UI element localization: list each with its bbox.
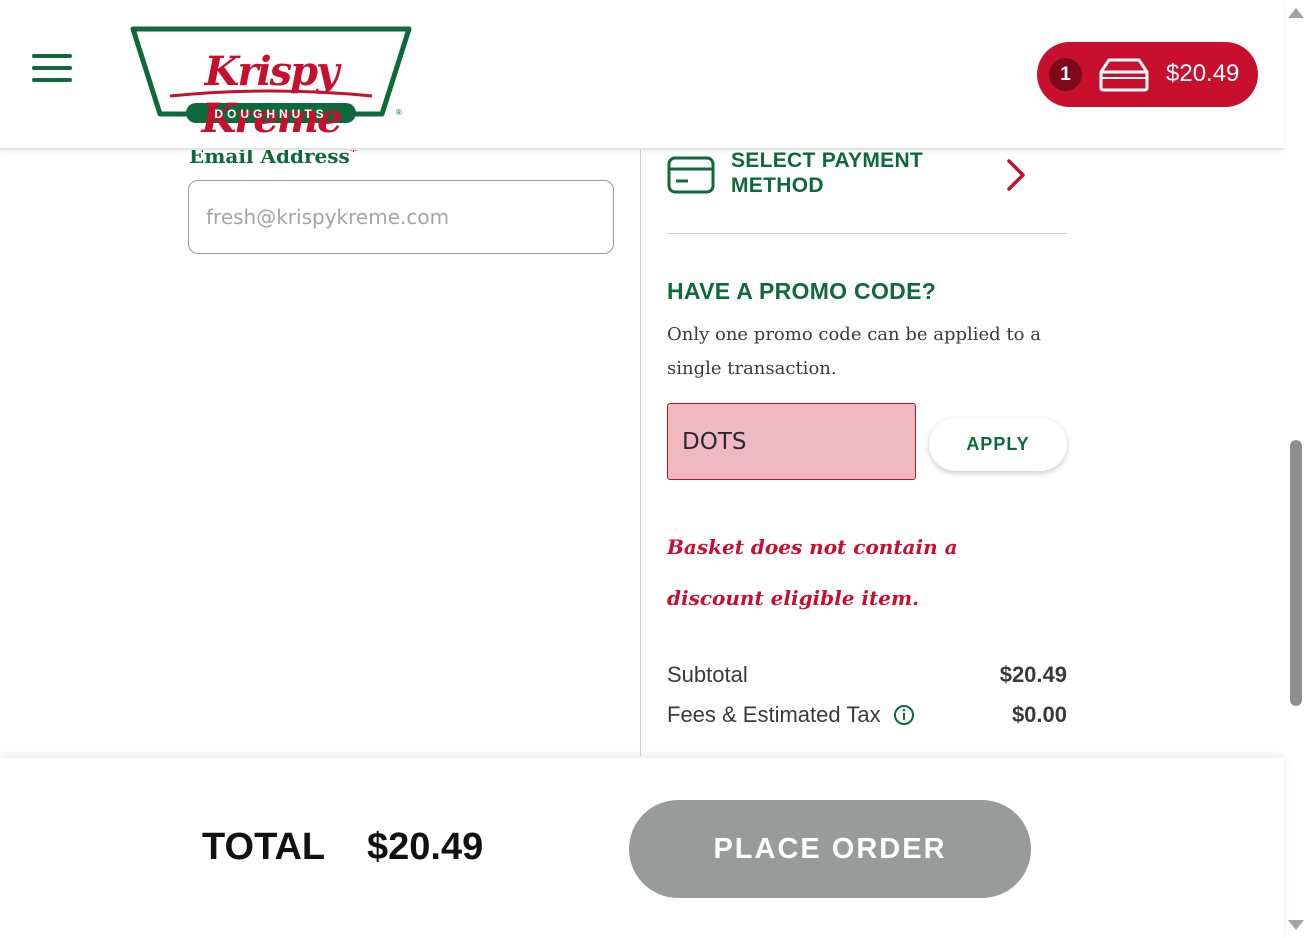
total-value: $20.49 bbox=[367, 826, 484, 868]
promo-code-description: Only one promo code can be applied to a … bbox=[667, 324, 1041, 379]
registered-mark: ® bbox=[396, 108, 402, 117]
promo-code-title: HAVE A PROMO CODE? bbox=[667, 278, 937, 304]
chevron-right-icon bbox=[1007, 159, 1025, 191]
promo-error-message: Basket does not contain a discount eligi… bbox=[667, 535, 958, 610]
krispy-kreme-logo[interactable]: Krispy Kreme DOUGHNUTS ® bbox=[130, 26, 412, 142]
checkout-footer: TOTAL $20.49 PLACE ORDER bbox=[0, 758, 1284, 938]
hamburger-menu-icon[interactable] bbox=[32, 54, 72, 82]
menu-bar bbox=[32, 54, 72, 58]
select-payment-method-label: SELECT PAYMENT METHOD bbox=[731, 149, 924, 197]
fees-tax-label: Fees & Estimated Tax bbox=[667, 702, 881, 727]
logo-wordmark: Krispy Kreme bbox=[201, 48, 342, 142]
apply-promo-button[interactable]: APPLY bbox=[929, 418, 1067, 471]
subtotal-label: Subtotal bbox=[667, 662, 748, 687]
total-label: TOTAL bbox=[202, 826, 326, 868]
info-circle-icon[interactable] bbox=[893, 704, 915, 726]
site-header: Krispy Kreme DOUGHNUTS ® 1 $20.49 bbox=[0, 0, 1284, 150]
column-divider bbox=[640, 150, 641, 756]
email-input[interactable] bbox=[188, 180, 614, 254]
vertical-scrollbar[interactable] bbox=[1284, 0, 1308, 938]
scroll-up-arrow-icon[interactable] bbox=[1288, 8, 1304, 18]
scroll-down-arrow-icon[interactable] bbox=[1288, 920, 1304, 930]
logo-subtitle: DOUGHNUTS bbox=[214, 107, 328, 121]
doughnut-box-icon bbox=[1099, 58, 1149, 92]
select-payment-method-row[interactable]: SELECT PAYMENT METHOD bbox=[667, 149, 1067, 234]
cart-count-badge: 1 bbox=[1049, 58, 1082, 91]
menu-bar bbox=[32, 66, 72, 70]
subtotal-row: Subtotal $20.49 bbox=[667, 658, 1067, 692]
menu-bar bbox=[32, 78, 72, 82]
promo-code-input[interactable] bbox=[667, 403, 916, 480]
subtotal-value: $20.49 bbox=[999, 662, 1067, 687]
place-order-button[interactable]: PLACE ORDER bbox=[629, 800, 1031, 898]
cart-button[interactable]: 1 $20.49 bbox=[1037, 42, 1258, 107]
fees-tax-row: Fees & Estimated Tax $0.00 bbox=[667, 698, 1067, 732]
scrollbar-thumb[interactable] bbox=[1290, 440, 1302, 706]
credit-card-icon bbox=[667, 156, 715, 194]
fees-tax-value: $0.00 bbox=[1011, 702, 1067, 727]
cart-total: $20.49 bbox=[1166, 60, 1240, 87]
